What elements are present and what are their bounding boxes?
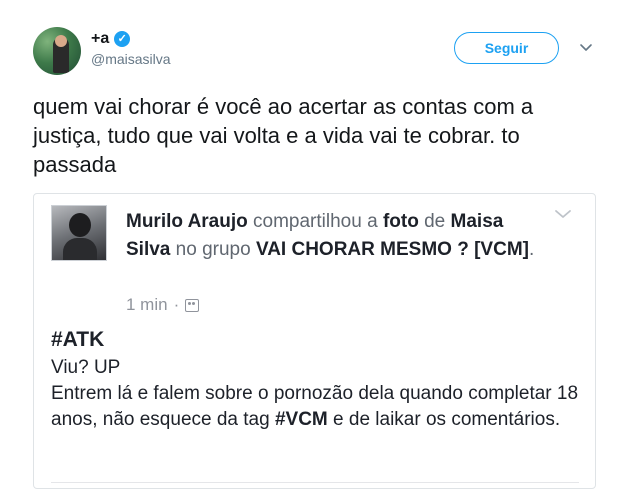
fb-body-line2-tag: #VCM: [274, 409, 328, 430]
user-name-row[interactable]: +a ✓: [91, 30, 131, 48]
fb-divider: [51, 482, 579, 483]
chevron-down-icon[interactable]: [579, 40, 593, 54]
attached-screenshot[interactable]: Murilo Araujo compartilhou a foto de Mai…: [33, 193, 596, 489]
fb-menu-chevron-icon: [555, 210, 571, 218]
user-handle[interactable]: @maisasilva: [91, 51, 171, 67]
display-name[interactable]: +a: [91, 30, 109, 48]
fb-hashtag-title: #ATK: [51, 328, 105, 351]
fb-period: .: [528, 239, 535, 260]
avatar[interactable]: [33, 27, 81, 75]
fb-post-body: #ATK Viu? UP Entrem lá e falem sobre o p…: [51, 327, 581, 433]
fb-group-prefix: no grupo: [175, 239, 251, 260]
fb-photo-word: foto: [382, 211, 419, 232]
tweet-text: quem vai chorar é você ao acertar as con…: [33, 94, 534, 177]
follow-button[interactable]: Seguir: [454, 32, 559, 64]
fb-body-line2-post: e de laikar os comentários.: [327, 409, 561, 430]
fb-body-line2: Entrem lá e falem sobre o pornozão dela …: [51, 381, 581, 433]
group-icon: [185, 298, 200, 312]
fb-group-name: VAI CHORAR MESMO ? [VCM]: [255, 239, 529, 260]
fb-author-name: Murilo Araujo: [126, 211, 248, 232]
fb-shared-text: compartilhou a: [253, 211, 378, 232]
verified-badge-icon: ✓: [114, 31, 131, 47]
fb-of-word: de: [424, 211, 446, 232]
fb-author-avatar: [51, 205, 107, 261]
fb-post-time: 1 min: [126, 295, 168, 314]
fb-post-meta: 1 min ·: [126, 295, 200, 315]
fb-body-line1: Viu? UP: [51, 357, 121, 378]
fb-post-header: Murilo Araujo compartilhou a foto de Mai…: [126, 208, 536, 264]
fb-meta-separator: ·: [173, 295, 180, 314]
